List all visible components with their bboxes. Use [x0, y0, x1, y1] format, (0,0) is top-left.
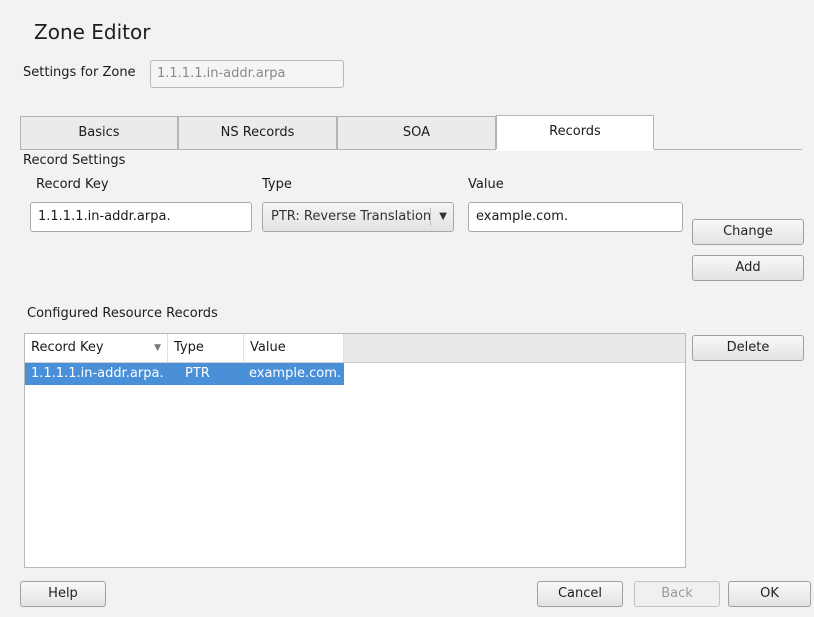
tab-records[interactable]: Records: [496, 115, 654, 151]
tab-soa-label: SOA: [402, 125, 431, 140]
column-header-type[interactable]: Type: [168, 334, 244, 362]
help-button[interactable]: Help: [20, 581, 106, 607]
zone-field: 1.1.1.1.in-addr.arpa: [150, 60, 344, 88]
records-table[interactable]: Record Key ▼ Type Value 1.1.1.1.in-addr.…: [24, 333, 686, 568]
type-label: Type: [262, 177, 292, 192]
type-select[interactable]: PTR: Reverse Translation ▼: [262, 202, 454, 232]
table-header: Record Key ▼ Type Value: [25, 334, 685, 363]
column-header-value[interactable]: Value: [244, 334, 344, 362]
back-button: Back: [634, 581, 720, 607]
add-button[interactable]: Add: [692, 255, 804, 281]
tab-soa[interactable]: SOA: [337, 116, 496, 150]
type-select-value: PTR: Reverse Translation: [271, 209, 432, 224]
column-header-record-key-label: Record Key: [31, 340, 104, 355]
column-header-record-key[interactable]: Record Key ▼: [25, 334, 168, 362]
sort-down-icon: ▼: [154, 343, 161, 353]
chevron-down-icon: ▼: [439, 211, 447, 222]
records-table-label: Configured Resource Records: [27, 306, 218, 321]
row-value: example.com.: [249, 366, 341, 381]
tab-ns-records-label: NS Records: [220, 125, 295, 140]
cancel-button[interactable]: Cancel: [537, 581, 623, 607]
active-tab-joint: [496, 149, 654, 151]
delete-button[interactable]: Delete: [692, 335, 804, 361]
table-row[interactable]: 1.1.1.1.in-addr.arpa. PTR example.com.: [25, 363, 344, 385]
tab-divider: [20, 149, 802, 150]
tab-basics-label: Basics: [78, 125, 120, 140]
row-record-key: 1.1.1.1.in-addr.arpa.: [31, 366, 164, 381]
zone-label: Settings for Zone: [23, 65, 136, 80]
column-header-value-label: Value: [250, 340, 286, 355]
ok-button[interactable]: OK: [728, 581, 811, 607]
change-button[interactable]: Change: [692, 219, 804, 245]
value-label: Value: [468, 177, 504, 192]
record-key-label: Record Key: [36, 177, 109, 192]
column-header-type-label: Type: [174, 340, 204, 355]
tab-ns-records[interactable]: NS Records: [178, 116, 337, 150]
row-type: PTR: [185, 366, 210, 381]
record-key-input[interactable]: 1.1.1.1.in-addr.arpa.: [30, 202, 252, 232]
window-title: Zone Editor: [34, 20, 151, 44]
value-input[interactable]: example.com.: [468, 202, 683, 232]
record-settings-heading: Record Settings: [23, 153, 126, 168]
tab-basics[interactable]: Basics: [20, 116, 178, 150]
type-select-separator: [430, 208, 431, 226]
tab-records-label: Records: [549, 124, 601, 139]
